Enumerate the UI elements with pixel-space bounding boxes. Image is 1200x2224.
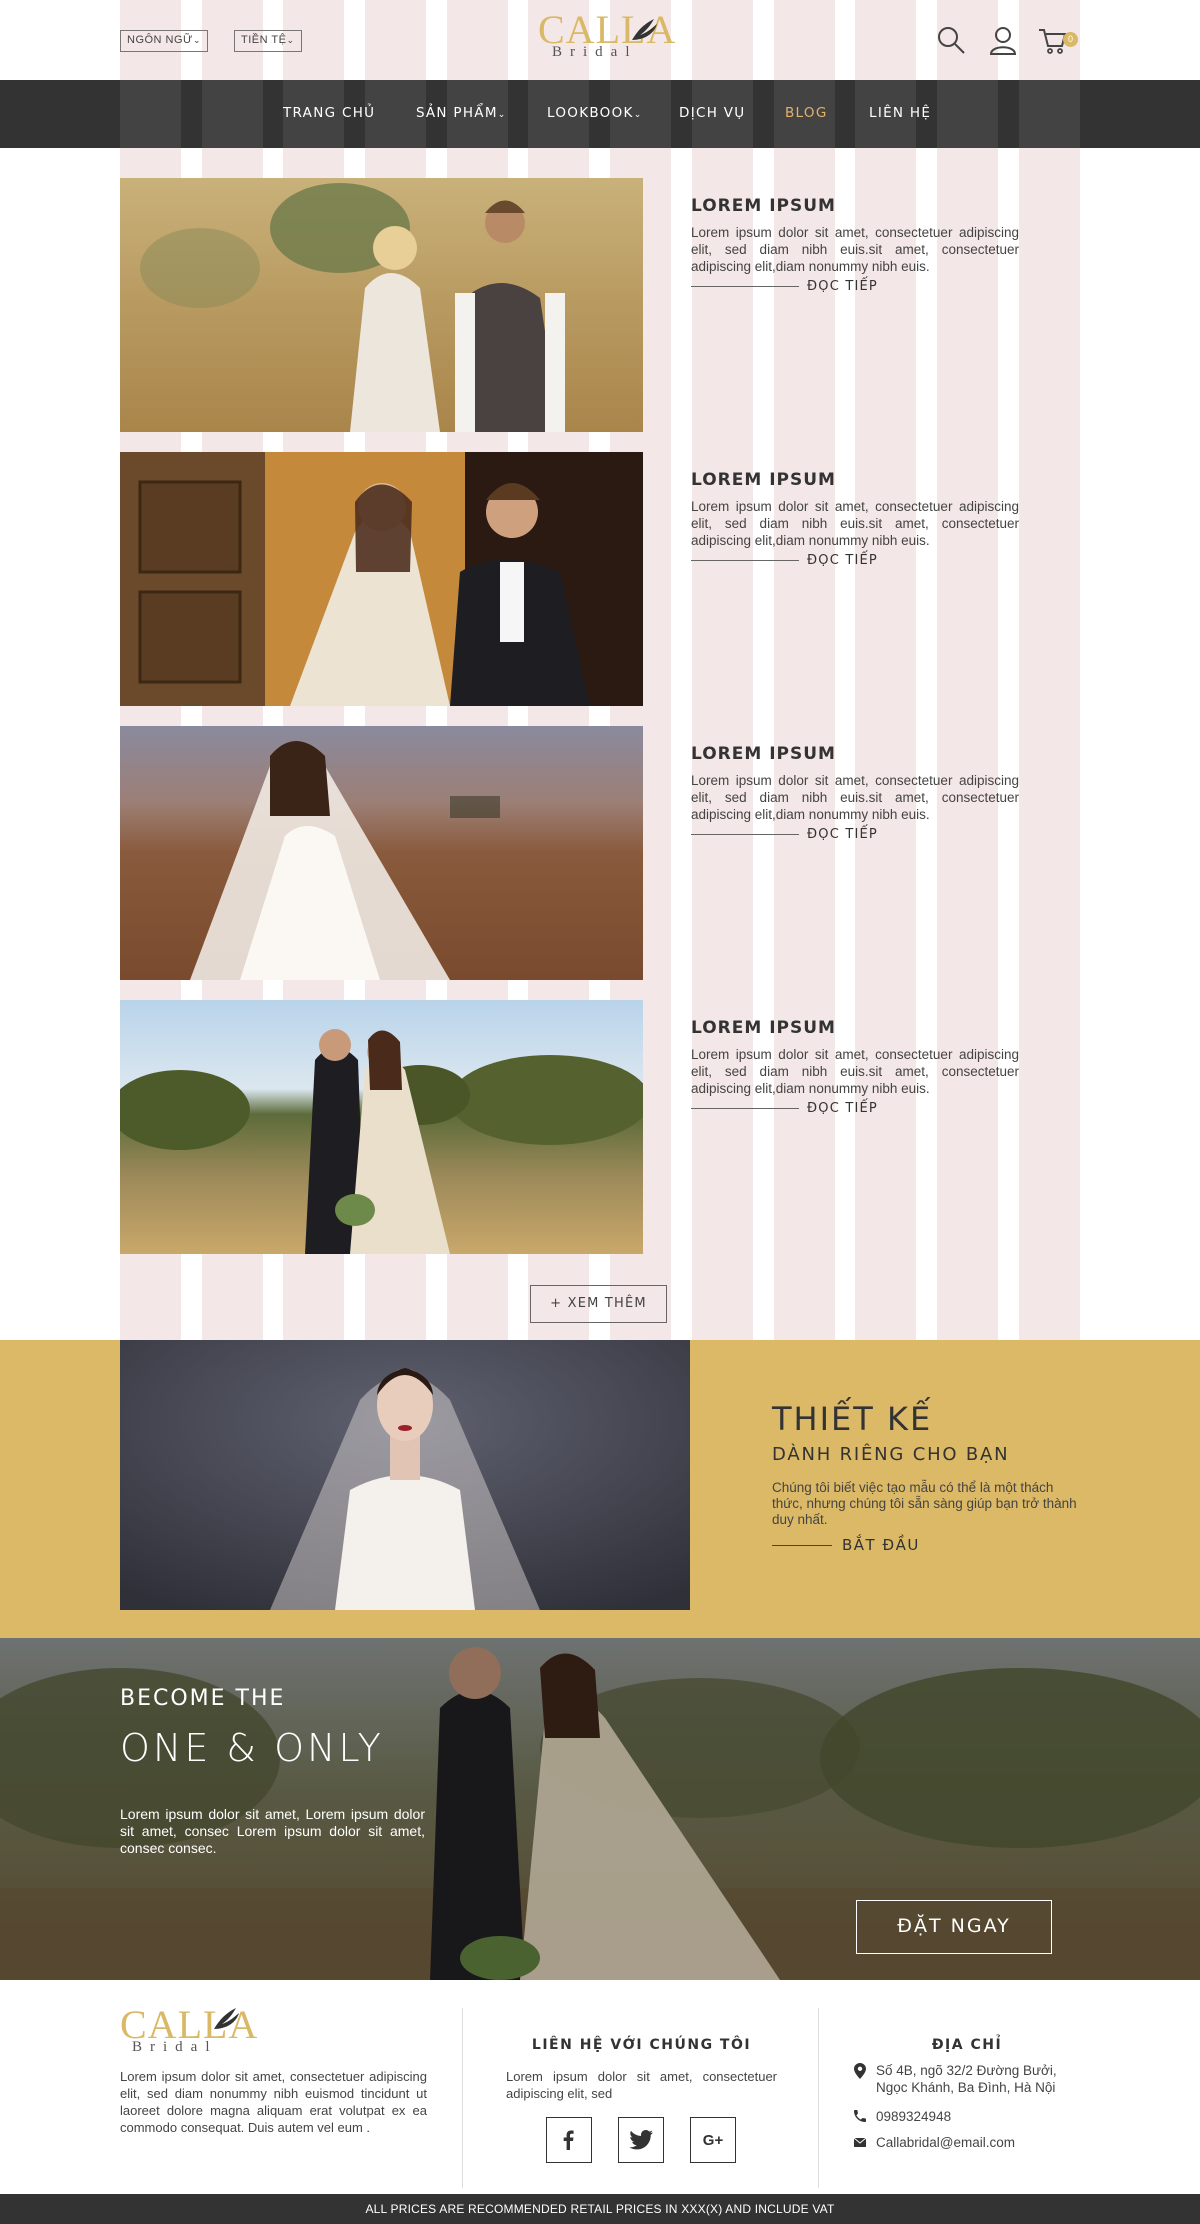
post-image[interactable]	[120, 726, 643, 980]
hero-text: Lorem ipsum dolor sit amet, Lorem ipsum …	[120, 1806, 425, 1856]
top-header: NGÔN NGỮ⌄ TIỀN TỆ⌄ CALLA Bridal 0	[0, 0, 1200, 80]
load-more-button[interactable]: + XEM THÊM	[530, 1285, 667, 1323]
chevron-down-icon: ⌄	[633, 110, 643, 120]
post-excerpt: Lorem ipsum dolor sit amet, consectetuer…	[691, 225, 1019, 274]
read-more-link[interactable]: ĐỌC TIẾP	[691, 279, 1019, 294]
design-banner: THIẾT KẾ DÀNH RIÊNG CHO BẠN Chúng tôi bi…	[0, 1340, 1200, 1638]
post-excerpt: Lorem ipsum dolor sit amet, consectetuer…	[691, 499, 1019, 548]
phone-row[interactable]: 0989324948	[854, 2108, 951, 2126]
post-text: LOREM IPSUM Lorem ipsum dolor sit amet, …	[691, 744, 1019, 842]
email-row[interactable]: Callabridal@email.com	[853, 2134, 1016, 2152]
design-subtitle: DÀNH RIÊNG CHO BẠN	[772, 1444, 1010, 1465]
cart-count-badge: 0	[1063, 32, 1078, 47]
language-select[interactable]: NGÔN NGỮ⌄	[120, 30, 208, 52]
post-title[interactable]: LOREM IPSUM	[691, 744, 1019, 764]
design-title: THIẾT KẾ	[772, 1400, 933, 1438]
chevron-down-icon: ⌄	[192, 35, 201, 45]
start-link[interactable]: BẮT ĐẦU	[772, 1536, 920, 1554]
chevron-down-icon: ⌄	[286, 35, 295, 45]
currency-select[interactable]: TIỀN TỆ⌄	[234, 30, 302, 52]
post-image[interactable]	[120, 452, 643, 706]
read-more-link[interactable]: ĐỌC TIẾP	[691, 1101, 1019, 1116]
nav-item-products[interactable]: SẢN PHẨM⌄	[416, 105, 507, 121]
map-pin-icon	[854, 2063, 866, 2079]
hero-kicker: BECOME THE	[120, 1686, 286, 1711]
footer-logo[interactable]: CALLA Bridal	[120, 2005, 257, 2061]
search-icon[interactable]	[935, 24, 967, 56]
footer-divider	[462, 2008, 463, 2188]
post-image[interactable]	[120, 178, 643, 432]
chevron-down-icon: ⌄	[497, 110, 507, 120]
post-excerpt: Lorem ipsum dolor sit amet, consectetuer…	[691, 773, 1019, 822]
design-text: Chúng tôi biết việc tạo mẫu có thể là mộ…	[772, 1480, 1077, 1527]
read-more-link[interactable]: ĐỌC TIẾP	[691, 827, 1019, 842]
twitter-icon	[629, 2130, 653, 2150]
google-plus-button[interactable]: G+	[690, 2117, 736, 2163]
twitter-button[interactable]	[618, 2117, 664, 2163]
address-row: Số 4B, ngõ 32/2 Đường Bưởi, Ngọc Khánh, …	[854, 2062, 1082, 2096]
nav-item-services[interactable]: DỊCH VỤ	[679, 105, 745, 121]
currency-label: TIỀN TỆ	[241, 34, 287, 46]
user-icon[interactable]	[987, 24, 1019, 56]
site-logo[interactable]: CALLA Bridal	[538, 10, 675, 66]
post-text: LOREM IPSUM Lorem ipsum dolor sit amet, …	[691, 1018, 1019, 1116]
footer-about-text: Lorem ipsum dolor sit amet, consectetuer…	[120, 2069, 427, 2135]
email-text: Callabridal@email.com	[876, 2135, 1016, 2150]
post-title[interactable]: LOREM IPSUM	[691, 1018, 1019, 1038]
address-text: Số 4B, ngõ 32/2 Đường Bưởi, Ngọc Khánh, …	[876, 2063, 1057, 2095]
bird-logo-icon	[214, 2008, 239, 2029]
address-heading: ĐỊA CHỈ	[931, 2037, 1003, 2053]
bird-logo-icon	[632, 19, 657, 40]
bride-portrait-image	[120, 1340, 690, 1610]
vat-notice-bar: ALL PRICES ARE RECOMMENDED RETAIL PRICES…	[0, 2194, 1200, 2224]
read-more-link[interactable]: ĐỌC TIẾP	[691, 553, 1019, 568]
contact-text: Lorem ipsum dolor sit amet, consectetuer…	[506, 2069, 777, 2101]
language-label: NGÔN NGỮ	[127, 34, 193, 46]
main-nav: TRANG CHỦ SẢN PHẨM⌄ LOOKBOOK⌄ DỊCH VỤ BL…	[0, 80, 1200, 148]
phone-icon	[854, 2110, 866, 2122]
post-text: LOREM IPSUM Lorem ipsum dolor sit amet, …	[691, 470, 1019, 568]
nav-item-blog[interactable]: BLOG	[785, 105, 828, 121]
contact-heading: LIÊN HỆ VỚI CHÚNG TÔI	[531, 2037, 752, 2053]
footer-divider	[818, 2008, 819, 2188]
post-image[interactable]	[120, 1000, 643, 1254]
envelope-icon	[853, 2137, 867, 2147]
phone-text: 0989324948	[876, 2109, 952, 2124]
book-now-button[interactable]: ĐẶT NGAY	[856, 1900, 1052, 1954]
hero-banner: BECOME THE ONE & ONLY Lorem ipsum dolor …	[0, 1638, 1200, 1980]
post-text: LOREM IPSUM Lorem ipsum dolor sit amet, …	[691, 196, 1019, 294]
post-title[interactable]: LOREM IPSUM	[691, 470, 1019, 490]
facebook-icon	[563, 2130, 574, 2150]
google-plus-icon: G+	[702, 2131, 724, 2149]
facebook-button[interactable]	[546, 2117, 592, 2163]
footer: CALLA Bridal Lorem ipsum dolor sit amet,…	[0, 1980, 1200, 2194]
hero-title: ONE & ONLY	[120, 1726, 384, 1770]
nav-item-contact[interactable]: LIÊN HỆ	[869, 105, 931, 121]
post-title[interactable]: LOREM IPSUM	[691, 196, 1019, 216]
nav-item-lookbook[interactable]: LOOKBOOK⌄	[547, 105, 643, 121]
nav-item-home[interactable]: TRANG CHỦ	[283, 105, 375, 121]
post-excerpt: Lorem ipsum dolor sit amet, consectetuer…	[691, 1047, 1019, 1096]
